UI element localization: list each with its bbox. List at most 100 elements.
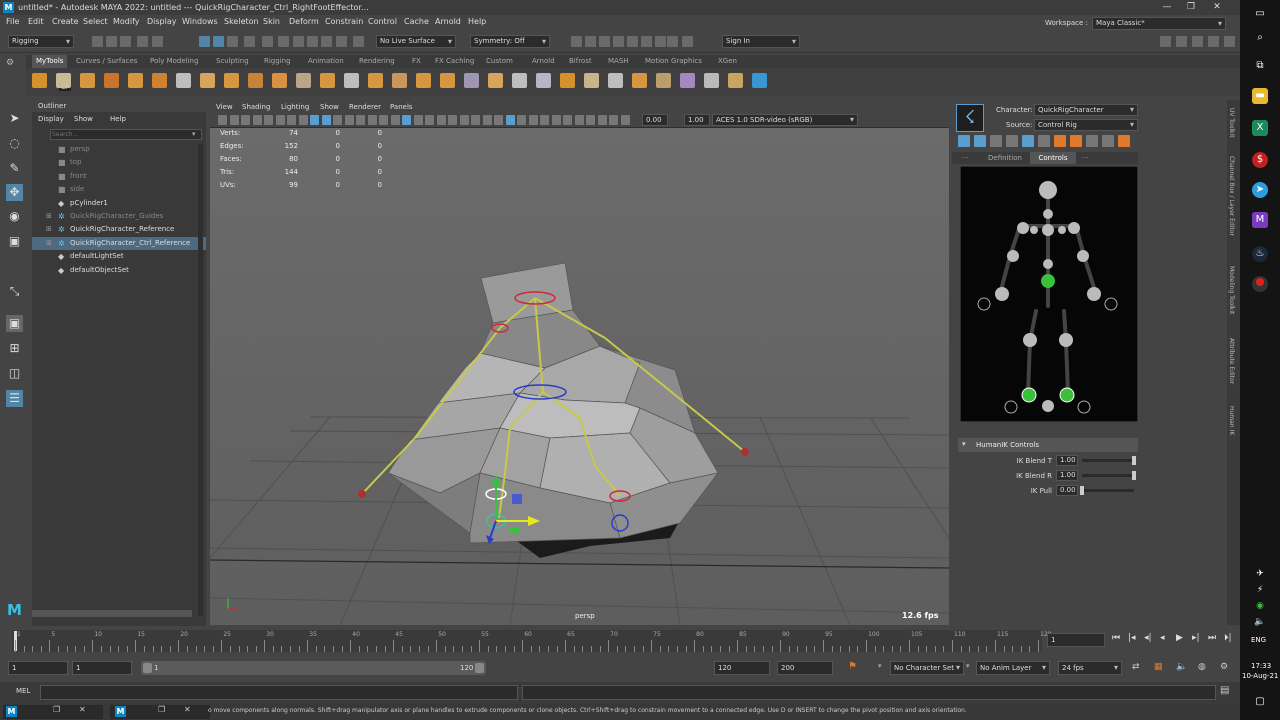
speaker-icon[interactable]: 🔈 bbox=[1252, 614, 1268, 630]
humanik-character-figure[interactable] bbox=[960, 166, 1138, 422]
character-set-arrow-icon[interactable]: ▾ bbox=[878, 662, 882, 670]
go-to-end-icon[interactable]: ⏵| bbox=[1224, 633, 1232, 643]
menu-create[interactable]: Create bbox=[52, 17, 79, 26]
shelf-tab-custom[interactable]: Custom bbox=[486, 57, 513, 65]
slider-handle[interactable] bbox=[1132, 456, 1136, 465]
viewport-tool-icon-24[interactable] bbox=[494, 115, 503, 125]
viewport-tool-icon-9[interactable] bbox=[321, 115, 331, 125]
viewport-tool-icon-4[interactable] bbox=[264, 115, 273, 125]
obs-icon[interactable] bbox=[1252, 276, 1268, 292]
outliner-menu-display[interactable]: Display bbox=[38, 115, 64, 123]
taskbar-show-desktop-icon[interactable]: ▭ bbox=[1252, 6, 1268, 22]
play-backwards-icon[interactable]: ◂ bbox=[1160, 633, 1165, 643]
viewport-scene[interactable]: persp 12.6 fps bbox=[210, 128, 949, 625]
viewport-menu-shading[interactable]: Shading bbox=[242, 103, 270, 111]
file-explorer-icon[interactable]: ▬ bbox=[1252, 88, 1268, 104]
viewport-tool-icon-21[interactable] bbox=[459, 115, 469, 125]
hik-tool-icon-1[interactable] bbox=[974, 135, 986, 147]
search-options-icon[interactable]: ▾ bbox=[192, 130, 196, 138]
range-slider[interactable] bbox=[141, 661, 486, 675]
shelf-button-22[interactable] bbox=[560, 73, 575, 88]
mel-label[interactable]: MEL bbox=[16, 687, 30, 695]
minimize-button[interactable]: — bbox=[1156, 0, 1178, 15]
playback-end-field[interactable]: 120 bbox=[714, 661, 770, 675]
viewport-tool-icon-8[interactable] bbox=[310, 115, 319, 125]
shelf-button-30[interactable] bbox=[752, 73, 767, 88]
viewport-tool-icon-17[interactable] bbox=[413, 115, 423, 125]
shelf-tab-mash[interactable]: MASH bbox=[608, 57, 629, 65]
hik-tool-icon-2[interactable] bbox=[990, 135, 1002, 147]
viewport-menu-panels[interactable]: Panels bbox=[390, 103, 413, 111]
tray-icon-3[interactable]: ◉ bbox=[1252, 598, 1268, 614]
viewport-tool-icon-5[interactable] bbox=[275, 115, 285, 125]
status-tool-icon-14[interactable] bbox=[336, 36, 347, 47]
range-slider-start-handle[interactable] bbox=[143, 663, 152, 673]
shelf-button-14[interactable] bbox=[368, 73, 383, 88]
slider-value-field[interactable]: 1.00 bbox=[1056, 455, 1078, 466]
outliner-item[interactable]: ■ front bbox=[32, 170, 206, 183]
slider-track[interactable] bbox=[1082, 489, 1134, 492]
viewport-tool-icon-6[interactable] bbox=[287, 115, 296, 125]
shelf-button-23[interactable] bbox=[584, 73, 599, 88]
shelf-button-17[interactable] bbox=[440, 73, 455, 88]
status-tool-icon-0[interactable] bbox=[92, 36, 103, 47]
play-forwards-icon[interactable]: ▶ bbox=[1176, 633, 1183, 643]
shelf-button-24[interactable] bbox=[608, 73, 623, 88]
sign-in-dropdown[interactable]: Sign In bbox=[722, 35, 800, 48]
dock-tab-attribute-editor[interactable]: Attribute Editor bbox=[1228, 338, 1235, 384]
viewport-tool-icon-11[interactable] bbox=[344, 115, 354, 125]
menu-control[interactable]: Control bbox=[368, 17, 397, 26]
paint-select-tool-icon[interactable]: ✎ bbox=[6, 160, 23, 177]
hik-tool-icon-7[interactable] bbox=[1070, 135, 1082, 147]
viewport-menu-view[interactable]: View bbox=[216, 103, 233, 111]
shelf-button-21[interactable] bbox=[536, 73, 551, 88]
hik-tool-icon-4[interactable] bbox=[1022, 135, 1034, 147]
go-to-start-icon[interactable]: ⏮ bbox=[1112, 633, 1120, 643]
status-tool-icon-17[interactable] bbox=[585, 36, 596, 47]
shelf-tab-arnold[interactable]: Arnold bbox=[532, 57, 555, 65]
shelf-button-7[interactable] bbox=[200, 73, 215, 88]
slider-track[interactable] bbox=[1082, 459, 1134, 462]
step-forward-key-icon[interactable]: ⏭ bbox=[1208, 633, 1216, 643]
menu-skeleton[interactable]: Skeleton bbox=[224, 17, 259, 26]
shelf-button-29[interactable] bbox=[728, 73, 743, 88]
status-tool-icon-10[interactable] bbox=[278, 36, 289, 47]
loop-icon[interactable]: ⇄ bbox=[1132, 662, 1140, 672]
outliner-h-scrollbar[interactable] bbox=[32, 610, 192, 617]
outliner-search-input[interactable] bbox=[52, 130, 182, 139]
dock-tab-human-ik[interactable]: Human IK bbox=[1228, 406, 1235, 435]
shelf-button-15[interactable] bbox=[392, 73, 407, 88]
source-dropdown[interactable]: Control Rig bbox=[1034, 119, 1138, 131]
dock-tab-channel-box-layer-editor[interactable]: Channel Box / Layer Editor bbox=[1228, 156, 1235, 236]
status-tool-icon-26[interactable] bbox=[1176, 36, 1187, 47]
step-forward-frame-icon[interactable]: ▸| bbox=[1192, 633, 1200, 643]
select-tool-icon[interactable]: ➤ bbox=[6, 110, 23, 127]
menu-set-dropdown[interactable]: Rigging bbox=[8, 35, 74, 48]
status-tool-icon-23[interactable] bbox=[667, 36, 678, 47]
viewport-tool-icon-28[interactable] bbox=[540, 115, 549, 125]
shelf-button-4[interactable] bbox=[128, 73, 143, 88]
status-tool-icon-27[interactable] bbox=[1192, 36, 1203, 47]
close-button[interactable]: ✕ bbox=[1206, 0, 1228, 15]
step-back-frame-icon[interactable]: ◂| bbox=[1144, 633, 1152, 643]
status-tool-icon-18[interactable] bbox=[599, 36, 610, 47]
menu-help[interactable]: Help bbox=[468, 17, 486, 26]
viewport-tool-icon-30[interactable] bbox=[563, 115, 572, 125]
step-back-key-icon[interactable]: |◂ bbox=[1128, 633, 1136, 643]
viewport-tool-icon-20[interactable] bbox=[448, 115, 457, 125]
hik-tool-icon-5[interactable] bbox=[1038, 135, 1050, 147]
status-tool-icon-1[interactable] bbox=[106, 36, 117, 47]
symmetry-dropdown[interactable]: Symmetry: Off bbox=[470, 35, 550, 48]
anim-layer-arrow-icon[interactable]: ▾ bbox=[966, 662, 970, 670]
status-tool-icon-9[interactable] bbox=[262, 36, 273, 47]
expand-icon[interactable]: ⊞ bbox=[46, 223, 52, 236]
minimized-window-1[interactable]: M ❐ ✕ bbox=[3, 705, 103, 719]
viewport-tool-icon-22[interactable] bbox=[471, 115, 480, 125]
telegram-icon[interactable]: ➤ bbox=[1252, 182, 1268, 198]
shelf-tab-mytools[interactable]: MyTools bbox=[32, 55, 68, 68]
windows-search-icon[interactable]: ⌕ bbox=[1252, 30, 1268, 46]
viewport-tool-icon-26[interactable] bbox=[517, 115, 526, 125]
outliner-item[interactable]: ◆ pCylinder1 bbox=[32, 197, 206, 210]
anim-layer-dropdown[interactable]: No Anim Layer bbox=[976, 661, 1050, 675]
menu-file[interactable]: File bbox=[6, 17, 19, 26]
